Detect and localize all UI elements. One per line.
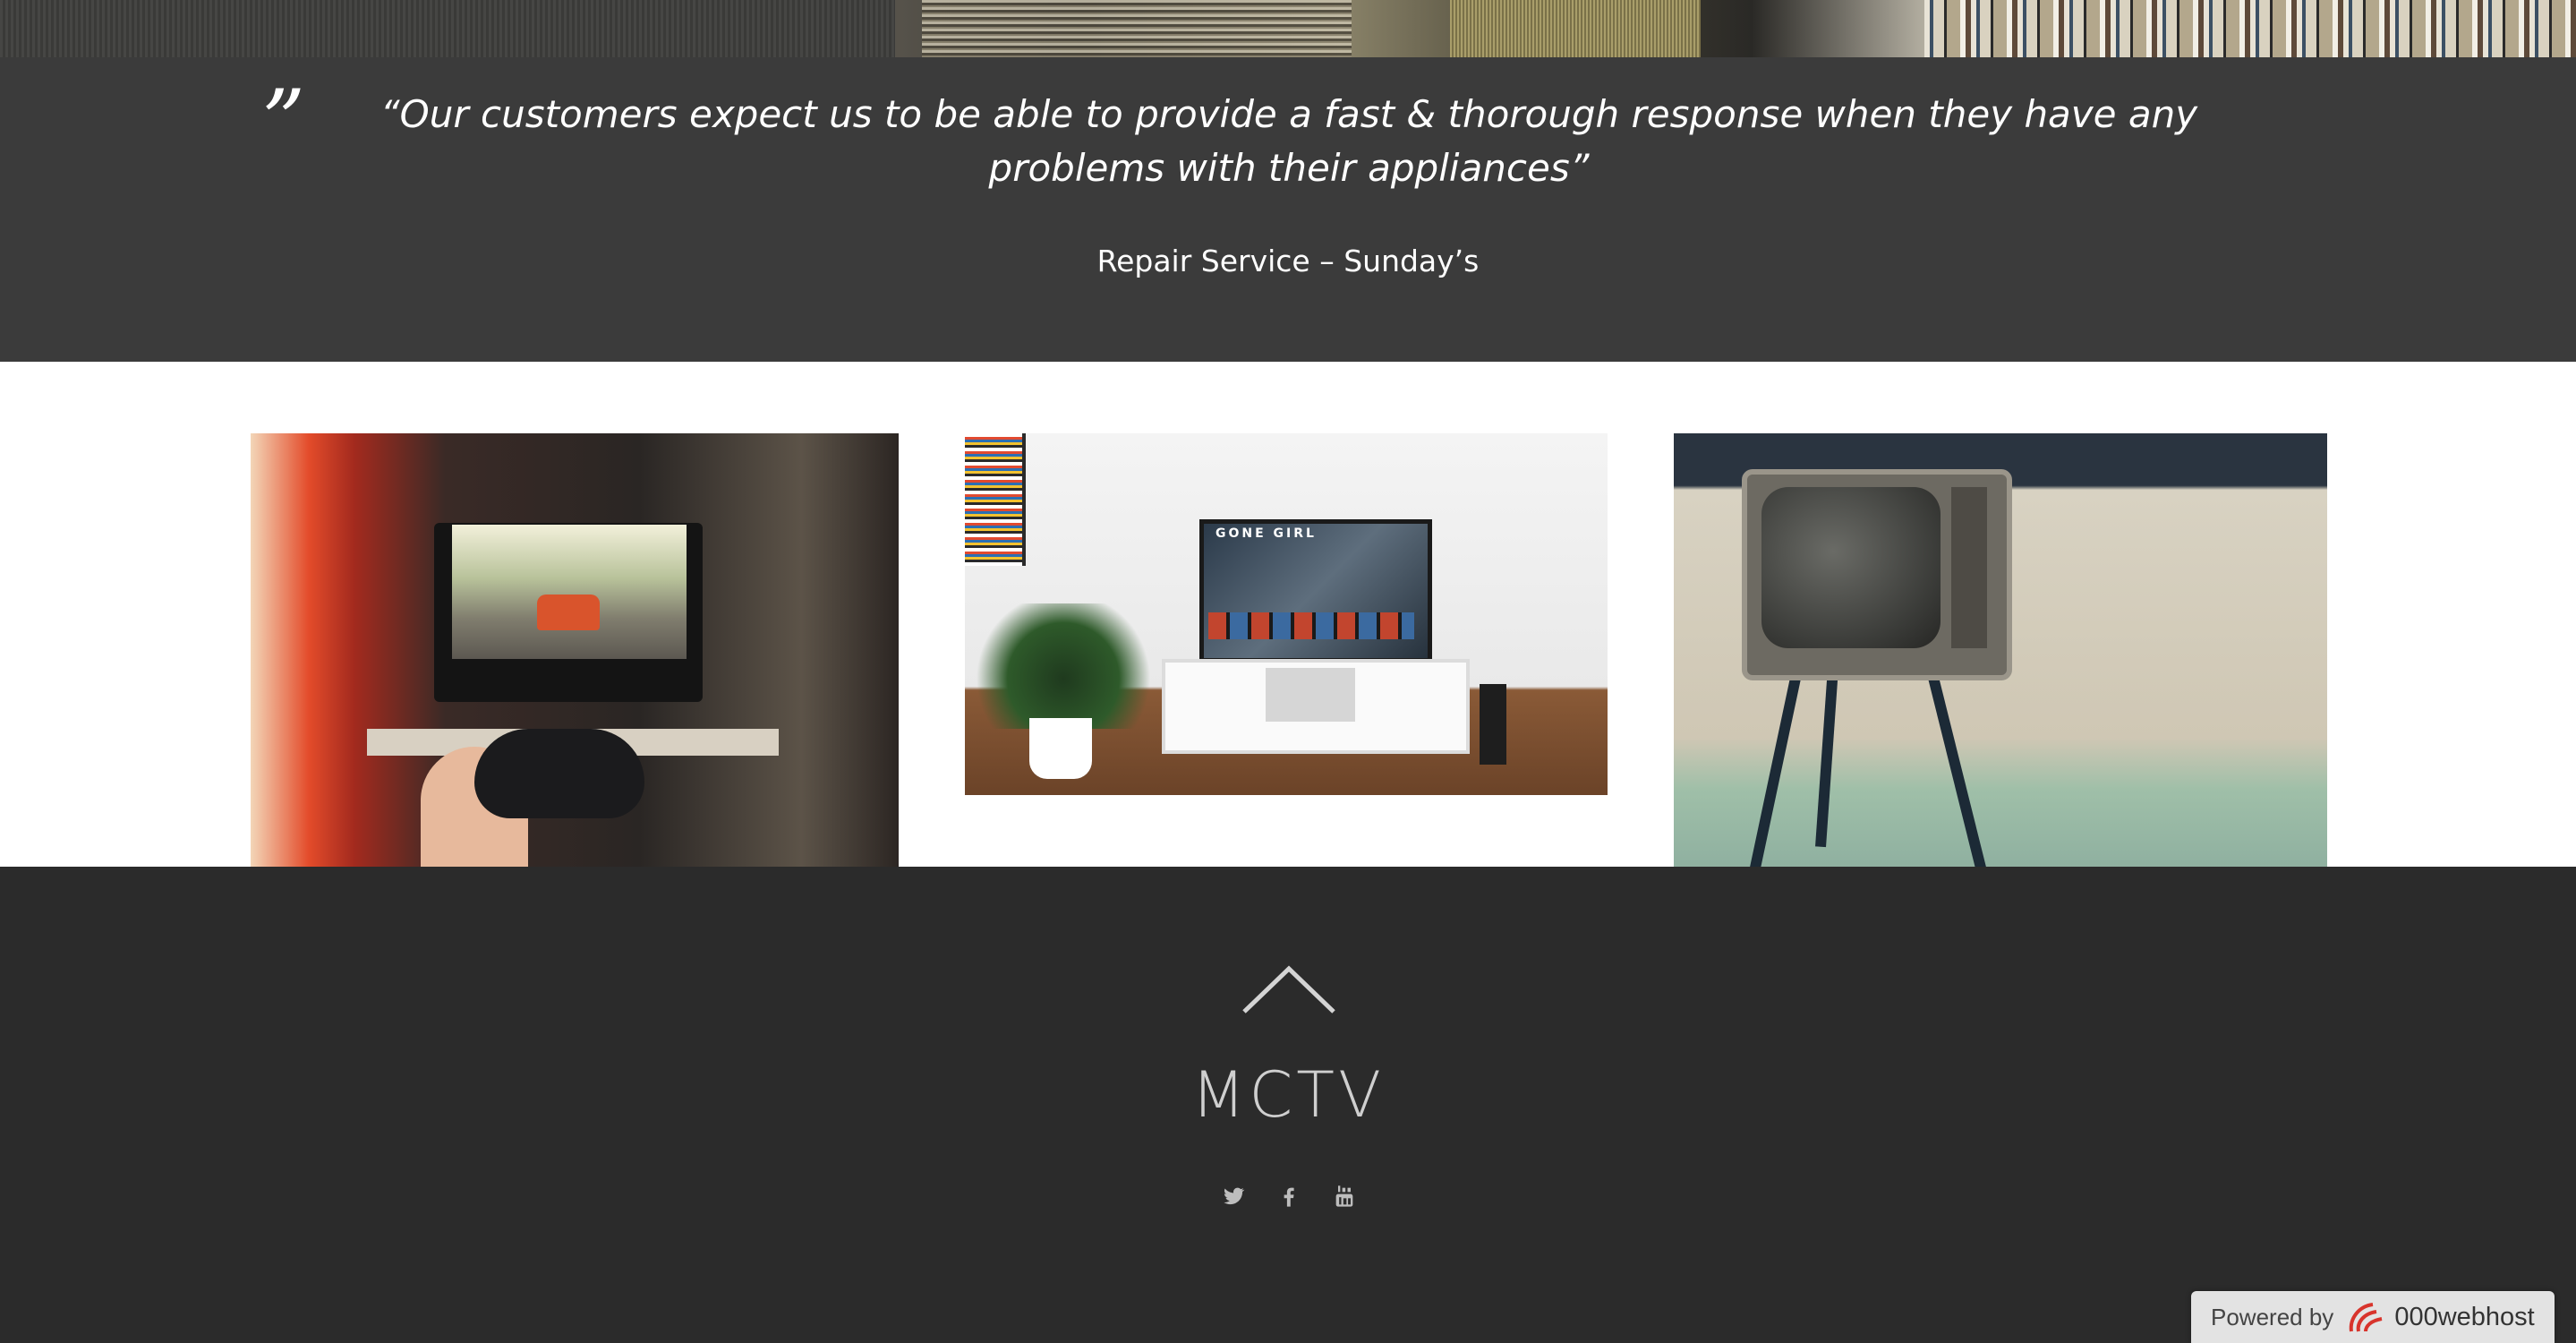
tv-thumbnail-row (1208, 612, 1414, 639)
retro-tv-image[interactable] (1674, 433, 2327, 868)
tv-leg-shape (1815, 667, 1838, 848)
hero-background-strip (0, 0, 2576, 57)
car-shape (537, 595, 600, 630)
game-scene-shape (452, 525, 687, 659)
testimonial-author: Repair Service – Sunday’s (1096, 244, 1480, 278)
controller-shape (474, 729, 644, 818)
vinyl-records-texture (922, 0, 1352, 57)
powered-by-label: Powered by (2211, 1303, 2334, 1330)
youtube-link[interactable] (1328, 1180, 1361, 1212)
tv-screen-title: GONE GIRL (1215, 526, 1317, 541)
back-to-top-button[interactable] (1242, 965, 1335, 1014)
youtube-icon (1335, 1185, 1353, 1207)
tv-leg-shape (1749, 669, 1803, 868)
retro-tv-screen (1761, 487, 1941, 648)
powered-by-badge[interactable]: Powered by 000webhost (2191, 1291, 2555, 1343)
speaker-grill-texture (0, 0, 895, 57)
quote-mark-icon: ” (261, 72, 306, 172)
tv-leg-shape (1926, 669, 1987, 868)
bookshelf-texture (1924, 0, 2576, 57)
webhost-name: 000webhost (2394, 1302, 2535, 1331)
twitter-link[interactable] (1217, 1180, 1250, 1212)
wall-poster-shape (965, 433, 1026, 566)
facebook-link[interactable] (1273, 1180, 1305, 1212)
webhost-logo-icon (2350, 1303, 2383, 1332)
plant-shape (965, 603, 1162, 729)
gaming-tv-image[interactable] (251, 433, 899, 867)
testimonial-section: ” “Our customers expect us to be able to… (0, 57, 2576, 362)
social-links (1217, 1178, 1361, 1214)
living-room-tv-image[interactable]: GONE GIRL (965, 433, 1608, 795)
retro-tv-control-panel (1951, 487, 1987, 648)
plant-pot-shape (1029, 718, 1092, 779)
testimonial-quote: “Our customers expect us to be able to p… (380, 92, 2198, 190)
cabinet-shelf-shape (1266, 668, 1355, 722)
chevron-up-icon (1242, 965, 1335, 1014)
footer-brand: MCTV (1191, 1058, 1385, 1132)
facebook-icon (1284, 1187, 1294, 1207)
speaker-shape (1480, 684, 1506, 765)
flatscreen-tv-shape (1199, 519, 1432, 663)
twitter-icon (1224, 1187, 1245, 1205)
amp-grill-texture (1450, 0, 1701, 57)
